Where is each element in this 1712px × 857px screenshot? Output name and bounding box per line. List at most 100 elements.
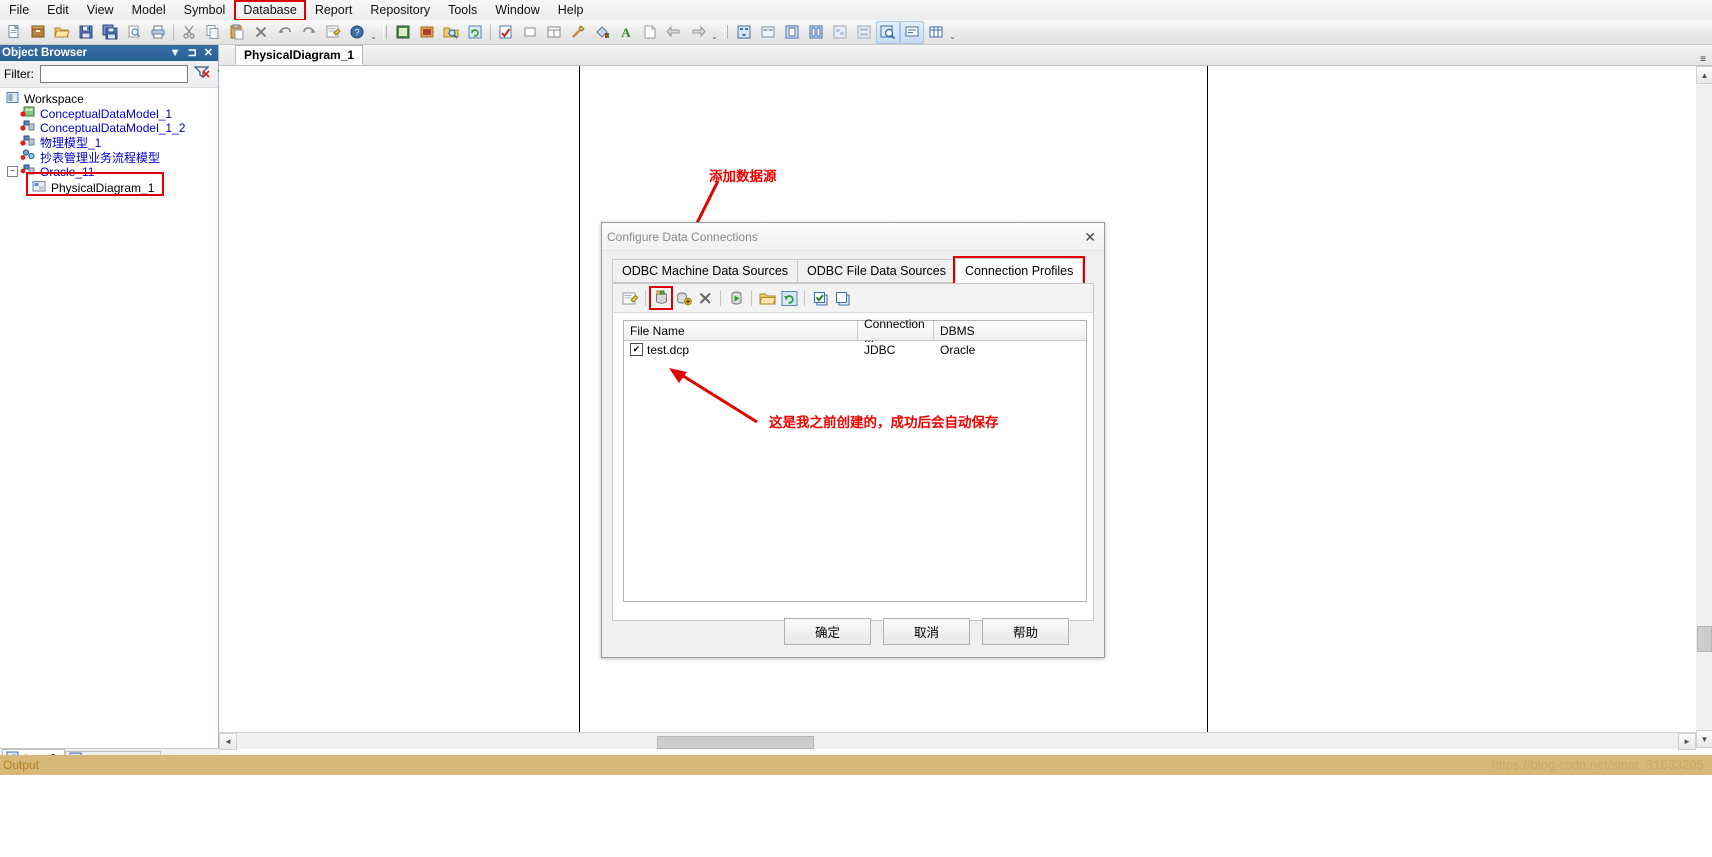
line-icon[interactable] — [566, 21, 590, 44]
fill-color-icon[interactable] — [590, 21, 614, 44]
select-all-icon[interactable] — [810, 288, 830, 308]
vertical-scrollbar[interactable]: ▲ ▼ — [1696, 66, 1712, 748]
filter-input[interactable] — [40, 65, 188, 83]
close-icon[interactable]: ✕ — [1084, 230, 1096, 244]
hscroll-track[interactable] — [237, 733, 1678, 749]
menu-item-report[interactable]: Report — [307, 1, 361, 20]
table-row[interactable]: ✔ test.dcp JDBC Oracle — [624, 341, 1086, 358]
check-model-icon[interactable] — [494, 21, 518, 44]
tree-node-bpm[interactable]: 抄表管理业务流程模型 — [4, 149, 218, 165]
align-left-icon[interactable] — [662, 21, 686, 44]
rectangle-icon[interactable] — [518, 21, 542, 44]
cancel-button[interactable]: 取消 — [883, 618, 970, 645]
diagram2-icon[interactable] — [852, 21, 876, 44]
column-header-connection[interactable]: Connection ... — [858, 317, 934, 345]
output-panel-bar[interactable]: Output — [0, 755, 1712, 775]
toolbar-overflow-button-3[interactable]: ⌄ — [948, 21, 957, 43]
add-profile-icon[interactable] — [673, 288, 693, 308]
menu-item-edit[interactable]: Edit — [39, 1, 77, 20]
scroll-up-arrow[interactable]: ▲ — [1696, 66, 1712, 84]
copy-icon[interactable] — [201, 21, 225, 44]
new-model-icon[interactable] — [26, 21, 50, 44]
menu-item-model[interactable]: Model — [124, 1, 174, 20]
columns-icon[interactable] — [804, 21, 828, 44]
tree-node-conceptualdatamodel-1-2[interactable]: ConceptualDataModel_1_2 — [4, 120, 218, 136]
ok-button[interactable]: 确定 — [784, 618, 871, 645]
scroll-down-arrow[interactable]: ▼ — [1696, 730, 1712, 748]
new-document-icon[interactable] — [2, 21, 26, 44]
tree-node-conceptualdatamodel-1[interactable]: ConceptualDataModel_1 — [4, 106, 218, 122]
import-icon[interactable] — [415, 21, 439, 44]
deselect-all-icon[interactable] — [832, 288, 852, 308]
refresh-icon[interactable] — [779, 288, 799, 308]
hscroll-thumb[interactable] — [657, 735, 814, 749]
dependency-matrix-icon[interactable] — [732, 21, 756, 44]
open-folder-icon[interactable] — [757, 288, 777, 308]
horizontal-scrollbar[interactable]: ◄ ► — [219, 732, 1696, 750]
tab-physicaldiagram-1[interactable]: PhysicalDiagram_1 — [235, 45, 364, 65]
help-button[interactable]: 帮助 — [982, 618, 1069, 645]
row-checkbox[interactable]: ✔ — [630, 343, 643, 356]
note-icon[interactable] — [638, 21, 662, 44]
save-all-icon[interactable] — [98, 21, 122, 44]
menu-item-repository[interactable]: Repository — [362, 1, 438, 20]
font-color-icon[interactable]: A — [614, 21, 638, 44]
zoom-icon[interactable] — [876, 20, 900, 44]
tree-node-oracle-11[interactable]: − Oracle_11 — [4, 164, 218, 180]
toolbar-grip-2[interactable] — [722, 23, 729, 41]
clear-filter-icon[interactable] — [193, 65, 210, 84]
menu-item-tools[interactable]: Tools — [440, 1, 485, 20]
properties-icon[interactable] — [321, 21, 345, 44]
connection-profiles-grid[interactable]: File Name Connection ... DBMS ✔ test.dcp… — [623, 317, 1087, 602]
menu-item-file[interactable]: File — [1, 1, 37, 20]
print-icon[interactable] — [146, 21, 170, 44]
new-package-icon[interactable] — [391, 21, 415, 44]
grid-icon[interactable] — [924, 21, 948, 44]
align-right-icon[interactable] — [686, 21, 710, 44]
find-object-icon[interactable] — [439, 21, 463, 44]
delete-icon[interactable] — [249, 21, 273, 44]
tree-node-physicaldiagram-1[interactable]: PhysicalDiagram_1 — [4, 181, 218, 196]
scroll-left-arrow[interactable]: ◄ — [219, 732, 237, 750]
tab-odbc-machine-data-sources[interactable]: ODBC Machine Data Sources — [612, 259, 799, 283]
cell-file-name[interactable]: ✔ test.dcp — [624, 341, 858, 358]
comment-icon[interactable] — [900, 20, 924, 44]
save-icon[interactable] — [74, 21, 98, 44]
scroll-right-arrow[interactable]: ► — [1678, 732, 1696, 750]
tree-expander-oracle[interactable]: − — [7, 166, 18, 178]
diagram1-icon[interactable] — [828, 21, 852, 44]
menu-item-database[interactable]: Database — [234, 0, 306, 21]
chevron-down-icon[interactable]: ▼ — [170, 47, 181, 59]
add-data-source-icon[interactable] — [649, 286, 673, 310]
menu-item-window[interactable]: Window — [487, 1, 547, 20]
delete-icon[interactable] — [695, 288, 715, 308]
menu-item-view[interactable]: View — [79, 1, 122, 20]
menu-item-help[interactable]: Help — [550, 1, 592, 20]
cut-icon[interactable] — [177, 21, 201, 44]
paste-icon[interactable] — [225, 21, 249, 44]
tab-odbc-file-data-sources[interactable]: ODBC File Data Sources — [797, 259, 956, 283]
toolbar-overflow-button-2[interactable]: ⌄ — [710, 21, 719, 43]
connect-icon[interactable] — [726, 288, 746, 308]
overflow-menu-icon[interactable]: ≡ — [1700, 54, 1712, 65]
vscroll-thumb[interactable] — [1697, 626, 1712, 652]
print-preview-icon[interactable] — [122, 21, 146, 44]
configure-icon[interactable] — [620, 288, 640, 308]
refresh-icon[interactable] — [463, 21, 487, 44]
tree-node-workspace[interactable]: Workspace — [4, 92, 218, 107]
menu-item-symbol[interactable]: Symbol — [176, 1, 234, 20]
open-folder-icon[interactable] — [50, 21, 74, 44]
help-icon[interactable]: ? — [345, 21, 369, 44]
pin-icon[interactable]: ⊐ — [188, 47, 197, 59]
text-box-icon[interactable] — [542, 21, 566, 44]
toolbar-overflow-button[interactable]: ⌄ — [369, 21, 378, 43]
page-icon[interactable] — [780, 21, 804, 44]
object-list-icon[interactable] — [756, 21, 780, 44]
redo-icon[interactable] — [297, 21, 321, 44]
toolbar-grip[interactable] — [381, 23, 388, 41]
undo-icon[interactable] — [273, 21, 297, 44]
tab-connection-profiles[interactable]: Connection Profiles — [952, 256, 1086, 285]
close-icon[interactable]: ✕ — [204, 47, 213, 59]
column-header-file-name[interactable]: File Name — [624, 321, 858, 340]
column-header-dbms[interactable]: DBMS — [934, 321, 1084, 340]
